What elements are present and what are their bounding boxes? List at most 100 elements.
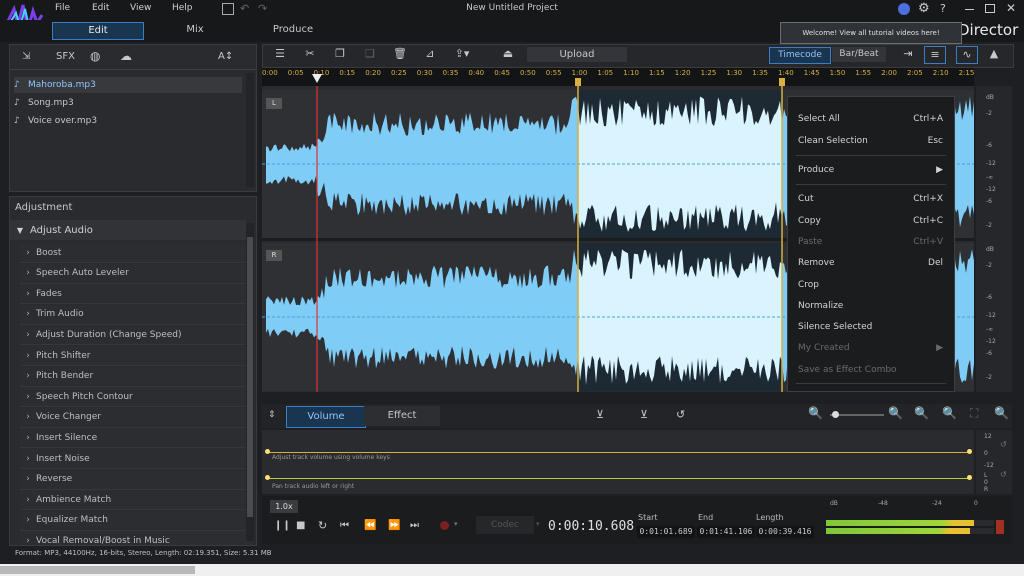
context-menu-item[interactable]: Silence Selected	[798, 319, 943, 335]
next-icon[interactable]: ⏭	[410, 520, 419, 531]
record-icon[interactable]	[440, 521, 449, 530]
adjustment-item[interactable]: › Speech Pitch Contour	[20, 387, 254, 408]
adjustment-scrollbar[interactable]	[246, 223, 254, 541]
context-menu-item[interactable]: Paste Ctrl+V	[798, 234, 943, 250]
reset-pan-icon[interactable]: ↺	[1000, 470, 1007, 479]
spectrum-view-icon[interactable]: ▲	[984, 46, 1004, 62]
rewind-icon[interactable]: ⏪	[364, 520, 376, 531]
user-icon[interactable]	[898, 3, 910, 15]
gear-icon[interactable]: ⚙	[918, 1, 930, 16]
sort-button[interactable]: A↕	[218, 51, 233, 62]
adjustment-item[interactable]: › Boost	[20, 243, 254, 263]
loop-icon[interactable]: ↻	[318, 519, 327, 532]
menu-file[interactable]: File	[55, 3, 70, 13]
selection-start-marker[interactable]	[575, 78, 581, 86]
volume-key[interactable]	[967, 449, 972, 454]
grid-icon[interactable]: ≡	[924, 46, 946, 64]
scissors-icon[interactable]: ✂	[300, 46, 320, 62]
reset-volume-icon[interactable]: ↺	[1000, 440, 1007, 449]
fit-window-icon[interactable]: ⛶	[970, 406, 978, 421]
tab-volume[interactable]: Volume	[286, 406, 366, 428]
menu-view[interactable]: View	[130, 3, 151, 13]
start-time[interactable]: 0:01:01.689	[637, 526, 695, 538]
context-menu-item[interactable]: Normalize	[798, 298, 943, 314]
help-icon[interactable]: ?	[940, 2, 946, 15]
pan-key[interactable]	[967, 475, 972, 480]
waveform-view-icon[interactable]: ∿	[956, 46, 978, 64]
codec-button[interactable]: Codec	[476, 516, 534, 534]
speed-button[interactable]: 1.0x	[270, 500, 298, 513]
redo-icon[interactable]: ↷	[258, 2, 267, 15]
remove-key-icon[interactable]: ⊻	[640, 408, 648, 421]
record-dropdown-icon[interactable]: ▾	[454, 520, 458, 528]
barbeat-toggle[interactable]: Bar/Beat	[832, 47, 886, 62]
pan-line[interactable]	[266, 478, 970, 479]
properties-icon[interactable]: ☰	[270, 46, 290, 62]
zoom-selection-icon[interactable]: 🔍	[914, 406, 929, 420]
adjust-audio-group[interactable]: ▼ Adjust Audio	[10, 220, 246, 240]
menu-edit[interactable]: Edit	[92, 3, 109, 13]
adjustment-item[interactable]: › Ambience Match	[20, 490, 254, 511]
snap-icon[interactable]: ⇥	[898, 46, 918, 62]
pan-key[interactable]	[265, 475, 270, 480]
context-menu-item[interactable]: My Created ▶	[798, 340, 943, 356]
upload-button[interactable]: Upload	[527, 47, 627, 62]
end-time[interactable]: 0:01:41.106	[697, 526, 755, 538]
timecode-toggle[interactable]: Timecode	[769, 47, 831, 64]
context-menu-item[interactable]: Select All Ctrl+A	[798, 111, 943, 127]
adjustment-item[interactable]: › Insert Noise	[20, 449, 254, 469]
adjustment-item[interactable]: › Reverse	[20, 469, 254, 490]
context-menu-item[interactable]: Copy Ctrl+C	[798, 213, 943, 229]
zoom-in-icon[interactable]: 🔍	[888, 406, 903, 420]
previous-icon[interactable]: ⏮	[340, 520, 349, 531]
adjustment-item[interactable]: › Pitch Bender	[20, 366, 254, 387]
playhead-marker[interactable]	[312, 74, 322, 83]
copy-icon[interactable]: ❐	[330, 46, 350, 62]
crop-icon[interactable]: ⊿	[420, 46, 440, 62]
length-time[interactable]: 0:00:39.416	[756, 526, 814, 538]
zoom-out-icon[interactable]: 🔍	[808, 406, 823, 420]
context-menu-item[interactable]: Crop	[798, 277, 943, 293]
minimize-icon[interactable]	[965, 9, 974, 10]
codec-dropdown-icon[interactable]: ▾	[536, 520, 540, 528]
volume-key[interactable]	[265, 449, 270, 454]
list-item[interactable]: ♪ Voice over.mp3	[14, 113, 242, 129]
expand-icon[interactable]: ⇕	[268, 410, 276, 420]
adjustment-item[interactable]: › Insert Silence	[20, 428, 254, 449]
volume-line[interactable]	[266, 452, 970, 453]
insert-key-icon[interactable]: ⊻	[596, 408, 604, 421]
stop-icon[interactable]: ■	[296, 520, 305, 531]
context-menu-item[interactable]: Produce ▶	[798, 162, 943, 178]
context-menu-item[interactable]: Save as Effect Combo	[798, 362, 943, 378]
globe-icon[interactable]: ◍	[90, 49, 100, 63]
context-menu-item[interactable]: Cut Ctrl+X	[798, 191, 943, 207]
tab-mix[interactable]: Mix	[150, 22, 240, 38]
adjustment-item[interactable]: › Pitch Shifter	[20, 346, 254, 366]
sfx-button[interactable]: SFX	[56, 51, 75, 62]
close-icon[interactable]: ✕	[1006, 1, 1016, 15]
horizontal-scrollbar[interactable]	[0, 564, 1024, 576]
zoom-slider[interactable]	[830, 411, 884, 418]
adjustment-item[interactable]: › Speech Auto Leveler	[20, 263, 254, 284]
tab-edit[interactable]: Edit	[52, 22, 144, 40]
record-device-icon[interactable]: ⏏	[498, 46, 518, 62]
adjustment-item[interactable]: › Adjust Duration (Change Speed)	[20, 325, 254, 346]
keyframe-area[interactable]: Adjust track volume using volume keys Pa…	[262, 430, 974, 494]
zoom-fit-icon[interactable]: 🔍	[942, 406, 957, 420]
reset-icon[interactable]: ↺	[676, 408, 685, 421]
pause-icon[interactable]: ❙❙	[274, 520, 291, 531]
cloud-icon[interactable]: ☁	[120, 49, 132, 63]
context-menu-item[interactable]: Clean Selection Esc	[798, 133, 943, 149]
restore-icon[interactable]	[985, 4, 995, 13]
list-item[interactable]: ♪ Song.mp3	[14, 95, 242, 111]
context-menu-item[interactable]: Remove Del	[798, 255, 943, 271]
zoom-all-icon[interactable]: 🔍	[994, 406, 1009, 420]
selection-end-marker[interactable]	[779, 78, 785, 86]
clip-indicator[interactable]	[996, 520, 1004, 534]
export-icon[interactable]: ⇪▾	[452, 46, 472, 62]
tab-produce[interactable]: Produce	[248, 22, 338, 38]
tutorial-tooltip[interactable]: Welcome! View all tutorial videos here!	[780, 22, 962, 44]
paste-icon[interactable]: ❏	[360, 46, 380, 62]
timeline-ruler[interactable]: 0:00 0:05 0:10 0:15 0:20 0:25 0:30 0:35 0:40 0:45…	[262, 68, 974, 86]
library-scrollbar[interactable]	[246, 73, 254, 187]
